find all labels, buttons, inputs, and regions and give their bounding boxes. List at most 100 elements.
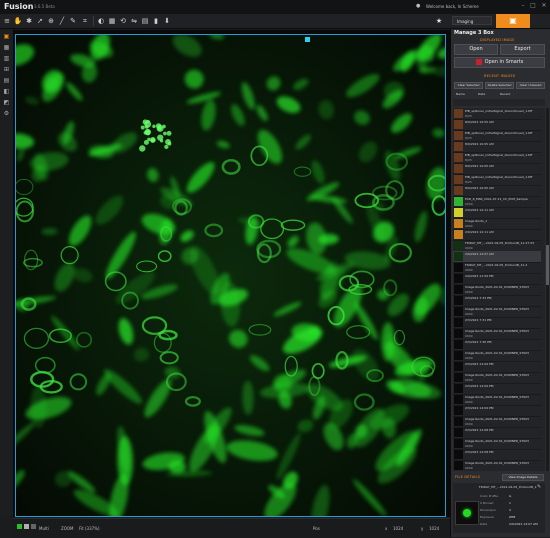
list-item-meta: 8/25 (465, 114, 472, 118)
list-item-name: EIB_spillover_initialSignal_discontinued… (465, 175, 533, 179)
tissue-image-graphic (16, 35, 445, 516)
list-item-thumbnail (454, 120, 463, 129)
hand-tool-icon[interactable]: ✋ (13, 16, 23, 26)
view-grid-icon[interactable]: ▦ (2, 43, 11, 52)
flip-icon[interactable]: ⇋ (129, 16, 139, 26)
list-item-name: Image Roots_2021-02-01_DOWNER_ST003 (465, 373, 529, 377)
layers-icon[interactable]: ▤ (140, 16, 150, 26)
edit-icon[interactable]: ✎ (537, 484, 541, 490)
open-in-smarts-button[interactable]: Open in Smarts (454, 57, 545, 68)
clear-unsaved-button[interactable]: Clear Unsaved (516, 82, 545, 89)
view-split-icon[interactable]: ▥ (2, 54, 11, 63)
mode-select[interactable]: Imaging (452, 16, 492, 25)
position-label: Pos (313, 526, 320, 531)
list-item-name: EIB_spillover_initialSignal_discontinued… (465, 131, 533, 135)
list-item-thumbnail (454, 109, 463, 118)
list-item-thumbnail (454, 142, 463, 151)
view-quad-icon[interactable]: ⊞ (2, 65, 11, 74)
list-item-thumbnail (454, 428, 463, 437)
view-strip-icon[interactable]: ▤ (2, 76, 11, 85)
delete-selected-button[interactable]: Delete Selected (485, 82, 514, 89)
detail-key: Exposure (480, 515, 494, 519)
list-item-name: EIB_spillover_initialSignal_discontinued… (465, 109, 533, 113)
rotate-icon[interactable]: ⟲ (118, 16, 128, 26)
list-scrollbar-thumb[interactable] (546, 245, 549, 285)
list-item-name: 8/9/2021 10:05 AM (465, 186, 494, 190)
star-tool-icon[interactable]: ✱ (24, 16, 34, 26)
menu-icon[interactable]: ≡ (2, 16, 12, 26)
list-item-name: Image Roots_2021-02-01_DOWNER_ST003 (465, 395, 529, 399)
title-bar: Fusion 3.6.5 Beta ● Welcome back, In Sch… (0, 0, 550, 15)
list-item-thumbnail (454, 285, 463, 294)
glomerulus-dot (143, 139, 149, 145)
list-item-name: FRIDAY_MT_...2021-02-05_ProtocolB_11-2 (465, 263, 528, 267)
list-item[interactable]: Image Roots_2021-02-01_DOWNER_ST003 0000 (453, 460, 541, 471)
glomerulus-dot (163, 131, 167, 136)
view-single-icon[interactable]: ▣ (2, 32, 11, 41)
list-item-thumbnail (454, 461, 463, 470)
list-item-meta: 0000 (465, 444, 473, 448)
list-item-name: EIB_spillover_initialSignal_discontinued… (465, 153, 533, 157)
list-item-thumbnail (454, 164, 463, 173)
channel-dark-icon[interactable] (31, 524, 36, 529)
clear-selected-button[interactable]: Clear Selected (454, 82, 483, 89)
sort-name[interactable]: Name (456, 92, 465, 96)
zoom-tool-icon[interactable]: ⊕ (46, 16, 56, 26)
list-item-thumbnail (454, 307, 463, 316)
glomerulus-dot (144, 124, 149, 129)
channels-icon[interactable]: ◩ (2, 98, 11, 107)
y-label: y (421, 526, 424, 531)
minimize-icon[interactable]: – (518, 2, 528, 10)
histogram-icon[interactable]: ▮ (151, 16, 161, 26)
pointer-tool-icon[interactable]: ➚ (35, 16, 45, 26)
grid-icon[interactable]: ▦ (107, 16, 117, 26)
manage-tab[interactable]: ▣ (496, 14, 530, 28)
list-item-thumbnail (454, 384, 463, 393)
list-item-thumbnail (454, 439, 463, 448)
smarts-icon (475, 58, 482, 65)
line-tool-icon[interactable]: ╱ (57, 16, 67, 26)
x-label: x (385, 526, 388, 531)
list-item-thumbnail (454, 208, 463, 217)
channel-green-icon[interactable] (17, 524, 22, 529)
list-item-name: 2/9/2021 12:11 AM (465, 230, 494, 234)
overlay-icon[interactable]: ◧ (2, 87, 11, 96)
list-scrollbar[interactable] (546, 108, 549, 471)
sort-recent[interactable]: Recent (500, 92, 510, 96)
list-item-thumbnail (454, 263, 463, 272)
list-item-name: 8/9/2021 10:05 AM (465, 120, 494, 124)
detail-key: Dimension (480, 508, 496, 512)
open-button[interactable]: Open (454, 44, 498, 55)
list-item-name: 8/9/2021 10:05 AM (465, 142, 494, 146)
user-label[interactable]: Welcome back, In Scheme (426, 4, 479, 9)
channel-gray-icon[interactable] (24, 524, 29, 529)
crop-tool-icon[interactable]: ⌗ (80, 16, 90, 26)
displayed-image-label: DISPLAYED IMAGE (480, 38, 515, 42)
settings-icon[interactable]: ⚙ (2, 109, 11, 118)
detail-value: 1 (509, 501, 511, 505)
close-icon[interactable]: ✕ (539, 2, 549, 10)
brush-tool-icon[interactable]: ✎ (68, 16, 78, 26)
export-button[interactable]: Export (500, 44, 545, 55)
list-item-name: Image Roots_2021-02-01_DOWNER_ST003 (465, 329, 529, 333)
list-header (453, 99, 545, 106)
list-item-thumbnail (454, 131, 463, 140)
glomerulus-dot (162, 124, 166, 129)
list-item-name: 2/3/2021 7:30 PM (465, 340, 492, 344)
list-item-name: 2/3/2021 7:31 PM (465, 318, 492, 322)
fluorescence-image[interactable] (15, 34, 446, 517)
selection-marker[interactable] (305, 37, 310, 42)
list-item-thumbnail (454, 340, 463, 349)
app-version: 3.6.5 Beta (34, 4, 55, 9)
zoom-value[interactable]: Fit (337%) (79, 526, 100, 531)
send-icon[interactable]: ⬇ (162, 16, 172, 26)
favorite-star-icon[interactable]: ★ (434, 16, 444, 26)
detail-value: 4 (509, 508, 511, 512)
user-icon[interactable]: ● (416, 3, 420, 9)
view-image-details-button[interactable]: View Image Details (502, 474, 544, 481)
sort-date[interactable]: Date (478, 92, 485, 96)
list-item-thumbnail (454, 351, 463, 360)
contrast-icon[interactable]: ◐ (96, 16, 106, 26)
open-in-smarts-label: Open in Smarts (484, 59, 524, 65)
maximize-icon[interactable]: □ (528, 2, 538, 10)
